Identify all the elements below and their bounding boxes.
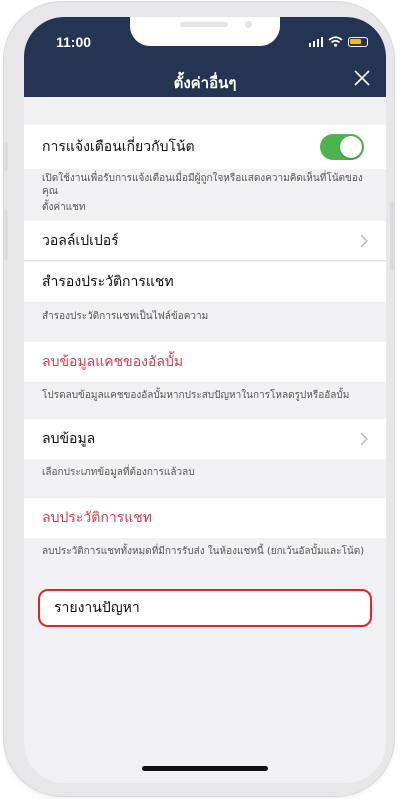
clear-album-cache-note: โปรดลบข้อมูลแคชของอัลบั้มหากประสบปัญหาใน… <box>42 390 350 401</box>
clear-album-cache-label: ลบข้อมูลแคชของอัลบั้ม <box>42 354 184 370</box>
delete-chat-history-label: ลบประวัติการแชท <box>42 510 152 526</box>
mute-switch <box>4 143 8 171</box>
speaker <box>180 22 228 27</box>
status-time: 11:00 <box>56 34 92 50</box>
notification-toggle[interactable] <box>320 134 364 160</box>
camera <box>245 21 252 28</box>
battery-icon <box>348 36 368 47</box>
chat-settings-section-label: ตั้งค่าแชท <box>42 202 86 213</box>
wallpaper-row[interactable]: วอลล์เปเปอร์ <box>24 221 386 261</box>
report-problem-label: รายงานปัญหา <box>54 600 140 616</box>
navigation-bar: 11:00 ตั้งค่าอื่นๆ <box>24 17 386 97</box>
screen: 11:00 ตั้งค่าอื่นๆ การแจ้งเตือนเกี่ยวกับ… <box>24 17 386 783</box>
backup-history-note: สำรองประวัติการแชทเป็นไฟล์ข้อความ <box>42 311 209 322</box>
delete-data-note: เลือกประเภทข้อมูลที่ต้องการแล้วลบ <box>42 467 195 478</box>
signal-icon <box>308 36 323 47</box>
backup-history-row[interactable]: สำรองประวัติการแชท <box>24 262 386 302</box>
clear-album-cache-row[interactable]: ลบข้อมูลแคชของอัลบั้ม <box>24 342 386 382</box>
delete-chat-history-note: ลบประวัติการแชททั้งหมดที่มีการรับส่ง ในห… <box>42 546 365 557</box>
phone-frame: 11:00 ตั้งค่าอื่นๆ การแจ้งเตือนเกี่ยวกับ… <box>4 2 394 796</box>
volume-button <box>4 210 8 260</box>
close-icon[interactable] <box>352 68 372 88</box>
notification-label: การแจ้งเตือนเกี่ยวกับโน้ต <box>42 139 195 155</box>
toggle-knob <box>340 136 362 158</box>
notch <box>130 17 280 46</box>
status-icons <box>308 36 368 47</box>
chevron-right-icon <box>360 432 368 446</box>
page-title: ตั้งค่าอื่นๆ <box>173 74 237 92</box>
delete-data-row[interactable]: ลบข้อมูล <box>24 419 386 459</box>
wallpaper-label: วอลล์เปเปอร์ <box>42 232 119 249</box>
delete-chat-history-row[interactable]: ลบประวัติการแชท <box>24 498 386 538</box>
notification-row[interactable]: การแจ้งเตือนเกี่ยวกับโน้ต <box>24 125 386 169</box>
delete-data-label: ลบข้อมูล <box>42 431 96 447</box>
wifi-icon <box>328 36 343 47</box>
chevron-right-icon <box>360 233 368 248</box>
power-button <box>390 201 394 271</box>
backup-history-label: สำรองประวัติการแชท <box>42 274 174 290</box>
notification-description: เปิดใช้งานเพื่อรับการแจ้งเตือนเมื่อมีผู้… <box>42 173 363 197</box>
home-indicator <box>142 766 268 771</box>
report-problem-button[interactable]: รายงานปัญหา <box>38 589 372 627</box>
